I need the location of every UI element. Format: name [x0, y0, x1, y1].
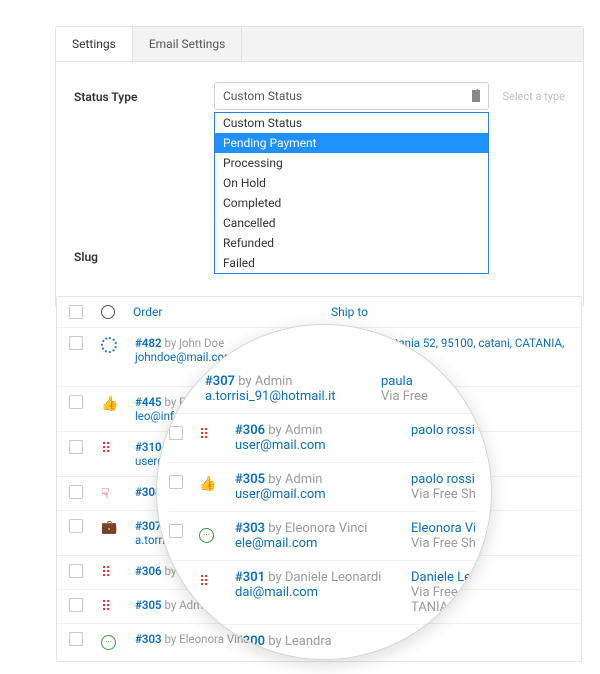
order-email[interactable]: ele@mail.com — [235, 536, 317, 551]
status-pending-icon: ⋯ — [101, 635, 116, 650]
row-checkbox[interactable] — [169, 524, 183, 538]
status-option[interactable]: Processing — [215, 153, 488, 173]
order-number[interactable]: #301 — [235, 570, 265, 585]
slug-label: Slug — [74, 242, 214, 264]
ship-to: paula — [381, 374, 413, 389]
row-checkbox[interactable] — [69, 336, 83, 350]
row-checkbox[interactable] — [69, 632, 83, 646]
order-by: Admin — [255, 374, 293, 389]
row-checkbox[interactable] — [169, 475, 183, 489]
ship-to: paolo rossi, — [411, 423, 475, 438]
status-option[interactable]: On Hold — [215, 173, 488, 193]
settings-panel: Settings Email Settings Status Type Cust… — [55, 26, 584, 307]
order-number[interactable]: #307 — [205, 374, 235, 389]
status-type-label: Status Type — [74, 82, 214, 104]
status-option[interactable]: Custom Status — [215, 113, 488, 133]
status-type-helper: Select a type — [503, 82, 565, 103]
order-by: Daniele Leonardi — [285, 570, 381, 585]
status-processing-icon — [101, 337, 117, 353]
ship-method: Via Free Shipp — [411, 536, 475, 551]
ship-method: Via Free — [411, 585, 458, 600]
status-thumb-icon: 👍 — [199, 476, 216, 492]
status-briefcase-icon: 💼 — [101, 520, 117, 535]
order-email[interactable]: user@mail.com — [235, 487, 326, 502]
order-by: Admin — [285, 423, 323, 438]
select-chevron-icon: ▴▾ — [475, 87, 480, 105]
column-ship-to[interactable]: Ship to — [331, 305, 368, 319]
ship-to: paolo rossi, via — [411, 472, 475, 487]
ship-method: Via Free — [381, 389, 428, 404]
status-hand-icon: ☟ — [101, 486, 110, 502]
order-number[interactable]: #310 — [135, 440, 162, 454]
row-checkbox[interactable] — [69, 564, 83, 578]
status-thumb-icon: 👍 — [101, 396, 118, 412]
order-email[interactable]: dai@mail.com — [235, 585, 318, 600]
order-number[interactable]: #445 — [135, 395, 162, 409]
row-checkbox[interactable] — [69, 519, 83, 533]
order-by: Eleonora Vinci — [285, 521, 367, 536]
tab-settings[interactable]: Settings — [56, 27, 133, 61]
row-checkbox[interactable] — [69, 440, 83, 454]
status-cubes-icon: ⠿ — [101, 565, 111, 581]
order-number[interactable]: #305 — [235, 472, 265, 487]
orders-header: Order Ship to — [57, 297, 581, 327]
status-pending-icon: ⋯ — [199, 528, 214, 543]
column-order[interactable]: Order — [133, 305, 313, 319]
status-type-selected: Custom Status — [223, 89, 302, 103]
row-checkbox[interactable] — [69, 395, 83, 409]
order-email[interactable]: a.torrisi_91@hotmail.it — [205, 389, 336, 404]
select-all-checkbox[interactable] — [69, 305, 83, 319]
order-by: Admin — [285, 472, 323, 487]
status-option[interactable]: Refunded — [215, 233, 488, 253]
order-number[interactable]: #306 — [235, 423, 265, 438]
order-number[interactable]: #303 — [135, 632, 162, 646]
status-option[interactable]: Cancelled — [215, 213, 488, 233]
status-cubes-icon: ⠿ — [199, 574, 209, 590]
order-number[interactable]: #303 — [235, 521, 265, 536]
ship-to: Eleonora Vinci — [411, 521, 475, 536]
ship-method: Via Free Shipping — [411, 487, 475, 502]
order-number[interactable]: #306 — [135, 564, 162, 578]
row-checkbox[interactable] — [69, 485, 83, 499]
order-by: john Doe — [179, 336, 224, 350]
ship-to: Daniele Le — [411, 570, 471, 585]
status-column-icon — [101, 305, 115, 319]
tabs: Settings Email Settings — [56, 27, 583, 62]
status-option[interactable]: Failed — [215, 253, 488, 273]
order-number[interactable]: #305 — [135, 598, 162, 612]
status-cubes-icon: ⠿ — [101, 599, 111, 615]
order-by: Leandra — [285, 634, 332, 649]
order-email[interactable]: user@mail.com — [235, 438, 326, 453]
order-number[interactable]: #482 — [135, 336, 162, 350]
status-cubes-icon: ⠿ — [199, 427, 209, 443]
row-checkbox[interactable] — [169, 426, 183, 440]
row-checkbox[interactable] — [69, 598, 83, 612]
magnifier: #307 by Admin a.torrisi_91@hotmail.it pa… — [156, 324, 492, 660]
status-cubes-icon: ⠿ — [101, 441, 111, 457]
status-option[interactable]: Pending Payment — [215, 133, 488, 153]
status-type-select[interactable]: Custom Status ▴▾ — [214, 82, 489, 110]
tab-email-settings[interactable]: Email Settings — [133, 27, 243, 61]
status-type-dropdown: Custom Status Pending Payment Processing… — [214, 112, 489, 274]
status-option[interactable]: Completed — [215, 193, 488, 213]
